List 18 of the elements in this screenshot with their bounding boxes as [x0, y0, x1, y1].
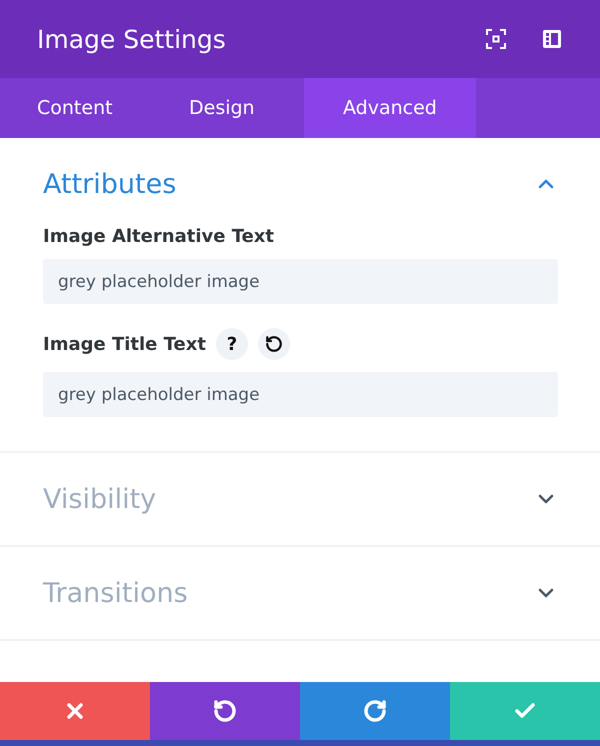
redo-button[interactable]	[300, 682, 450, 740]
help-button[interactable]: ?	[216, 328, 248, 360]
field-label: Image Title Text	[43, 334, 206, 354]
reset-button[interactable]	[258, 328, 290, 360]
focus-icon[interactable]	[486, 29, 506, 49]
text-field[interactable]: grey placeholder image	[43, 259, 558, 304]
sidebar-icon[interactable]	[542, 29, 562, 49]
tab[interactable]: Design	[152, 78, 304, 138]
undo-button[interactable]	[150, 682, 300, 740]
reset-icon	[264, 335, 283, 353]
section-title[interactable]: Attributes	[43, 168, 176, 200]
window-title: Image Settings	[37, 24, 227, 54]
tab[interactable]: Content	[0, 78, 152, 138]
field-label: Image Alternative Text	[43, 226, 274, 247]
tab[interactable]: Advanced	[304, 78, 476, 138]
undo-icon	[213, 699, 237, 723]
text-field[interactable]: grey placeholder image	[43, 372, 558, 417]
redo-icon	[363, 699, 387, 723]
